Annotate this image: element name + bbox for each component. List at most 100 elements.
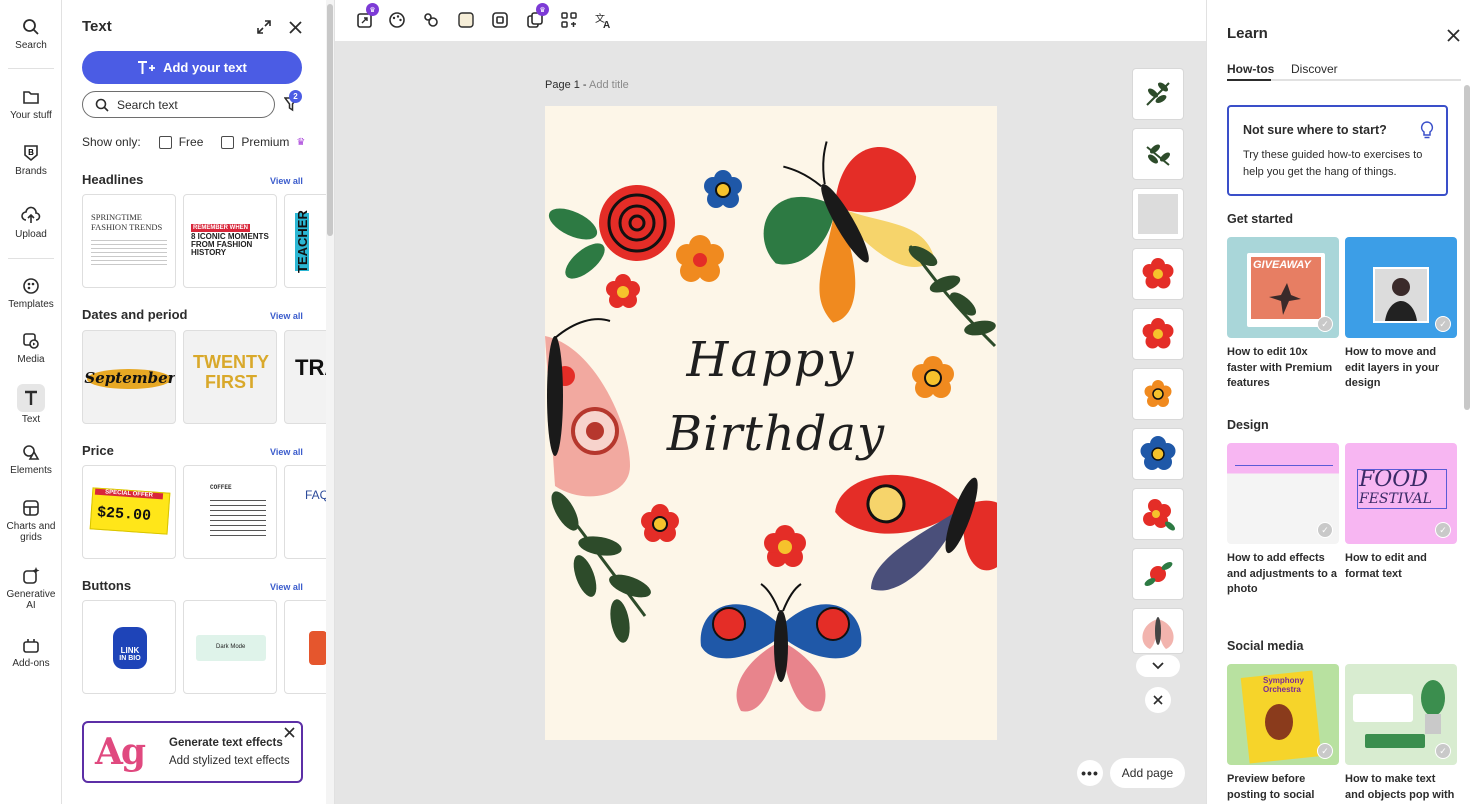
add-text-icon: [138, 60, 156, 74]
rail-generative-ai[interactable]: Generative AI: [0, 566, 62, 611]
rail-label: AI: [26, 600, 36, 611]
element-thumb[interactable]: [1132, 248, 1184, 300]
rail-elements[interactable]: Elements: [0, 442, 62, 476]
learn-scrollbar[interactable]: [1464, 85, 1470, 410]
section-headlines: Headlines: [82, 172, 144, 187]
upload-icon: [21, 206, 41, 223]
text-icon: [25, 390, 37, 405]
search-text-input[interactable]: Search text: [82, 91, 275, 118]
card-image-text: GIVEAWAY: [1253, 259, 1311, 271]
svg-text:B: B: [28, 148, 34, 157]
add-page-button[interactable]: Add page: [1110, 758, 1185, 788]
panel-scrollbar[interactable]: [326, 0, 334, 804]
frame-icon[interactable]: [490, 10, 510, 30]
more-options-icon[interactable]: •••: [1077, 760, 1103, 786]
element-thumb[interactable]: [1132, 188, 1184, 240]
folder-icon: [23, 91, 39, 104]
rail-search[interactable]: Search: [0, 17, 62, 51]
button-thumb[interactable]: Dark Mode: [183, 600, 277, 694]
brand-icon: B: [24, 145, 38, 162]
animate-icon[interactable]: [421, 10, 441, 30]
date-thumb[interactable]: September: [82, 330, 176, 424]
price-thumb[interactable]: COFFEE: [183, 465, 277, 559]
date-thumb[interactable]: TWENTY FIRST: [183, 330, 277, 424]
howto-card-title[interactable]: How to edit 10x faster with Premium feat…: [1227, 345, 1339, 392]
howto-card-title[interactable]: How to make text and objects pop with: [1345, 772, 1457, 803]
rail-upload[interactable]: Upload: [0, 206, 62, 240]
close-icon[interactable]: [285, 17, 305, 37]
thumb-text: TEACHER: [295, 210, 310, 273]
rail-label: grids: [20, 532, 42, 543]
view-all-link[interactable]: View all: [270, 447, 303, 457]
howto-card-title[interactable]: Preview before posting to social: [1227, 772, 1339, 803]
view-all-link[interactable]: View all: [270, 582, 303, 592]
close-icon[interactable]: [1145, 687, 1171, 713]
howto-card-image[interactable]: Symphony Orchestra ✓: [1227, 664, 1339, 765]
expand-icon[interactable]: [255, 18, 273, 36]
headline-thumb[interactable]: REMEMBER WHEN 8 ICONIC MOMENTS FROM FASH…: [183, 194, 277, 288]
headline-thumb[interactable]: SPRINGTIME FASHION TRENDS: [82, 194, 176, 288]
rail-addons[interactable]: Add-ons: [0, 635, 62, 669]
element-thumb[interactable]: [1132, 308, 1184, 360]
rail-text[interactable]: Text: [0, 384, 62, 425]
rail-brands[interactable]: B Brands: [0, 143, 62, 177]
rail-your-stuff[interactable]: Your stuff: [0, 87, 62, 121]
view-all-link[interactable]: View all: [270, 311, 303, 321]
rail-label: Search: [15, 40, 47, 51]
price-thumb[interactable]: SPECIAL OFFER $25.00: [82, 465, 176, 559]
howto-card-title[interactable]: How to edit and format text: [1345, 551, 1457, 582]
element-thumb[interactable]: [1132, 68, 1184, 120]
premium-checkbox[interactable]: Premium ♛: [221, 135, 305, 149]
howto-card-title[interactable]: How to add effects and adjustments to a …: [1227, 551, 1339, 598]
page-number-label: Page 1 -: [545, 79, 590, 91]
close-icon[interactable]: [1443, 25, 1463, 45]
getting-started-callout[interactable]: Not sure where to start? Try these guide…: [1227, 105, 1448, 196]
generative-ai-icon: [23, 567, 40, 584]
add-title-link[interactable]: Add title: [589, 79, 629, 91]
thumb-text: Dark Mode: [216, 644, 246, 650]
howto-card-title[interactable]: How to move and edit layers in your desi…: [1345, 345, 1457, 392]
howto-card-image[interactable]: ✓: [1227, 443, 1339, 544]
howto-card-image[interactable]: GIVEAWAY ✓: [1227, 237, 1339, 338]
addons-icon: [23, 639, 39, 653]
palette-icon[interactable]: [387, 10, 407, 30]
tab-discover[interactable]: Discover: [1291, 62, 1338, 76]
close-icon[interactable]: [284, 725, 295, 743]
birthday-card-canvas[interactable]: Happy Birthday: [545, 106, 997, 740]
rail-label: Your stuff: [10, 110, 52, 121]
media-icon: [23, 333, 39, 349]
rail-media[interactable]: Media: [0, 331, 62, 365]
translate-icon[interactable]: 文A: [593, 10, 613, 30]
grid-adjust-icon[interactable]: [559, 10, 579, 30]
tab-how-tos[interactable]: How-tos: [1227, 62, 1274, 76]
card-heading-happy[interactable]: Happy: [545, 332, 997, 388]
background-color-icon[interactable]: [456, 10, 476, 30]
howto-card-image[interactable]: ✓: [1345, 664, 1457, 765]
element-thumb[interactable]: [1132, 128, 1184, 180]
add-your-text-button[interactable]: Add your text: [82, 51, 302, 84]
lightbulb-icon: [1420, 121, 1434, 139]
svg-text:A: A: [603, 20, 610, 30]
element-thumb[interactable]: [1132, 428, 1184, 480]
view-all-link[interactable]: View all: [270, 176, 303, 186]
search-icon: [95, 98, 109, 112]
thumb-text: COFFEE: [210, 484, 232, 491]
rail-charts[interactable]: Charts and grids: [0, 498, 62, 543]
element-thumb[interactable]: [1132, 608, 1184, 654]
premium-badge-icon: ♛: [366, 3, 379, 16]
rail-label: Add-ons: [12, 658, 50, 669]
howto-card-image[interactable]: FOOD FESTIVAL ✓: [1345, 443, 1457, 544]
howto-card-image[interactable]: ✓: [1345, 237, 1457, 338]
show-only-label: Show only:: [82, 135, 141, 149]
free-checkbox[interactable]: Free: [158, 135, 203, 149]
section-buttons: Buttons: [82, 578, 132, 593]
element-thumb[interactable]: [1132, 368, 1184, 420]
element-thumb[interactable]: [1132, 488, 1184, 540]
filter-count-badge: 2: [289, 90, 302, 103]
generate-text-effects-card[interactable]: Ag Generate text effects Add stylized te…: [82, 721, 303, 783]
rail-templates[interactable]: Templates: [0, 276, 62, 310]
chevron-down-icon[interactable]: [1136, 655, 1180, 677]
element-thumb[interactable]: [1132, 548, 1184, 600]
button-thumb[interactable]: LINK IN BIO: [82, 600, 176, 694]
card-heading-birthday[interactable]: Birthday: [545, 406, 997, 462]
